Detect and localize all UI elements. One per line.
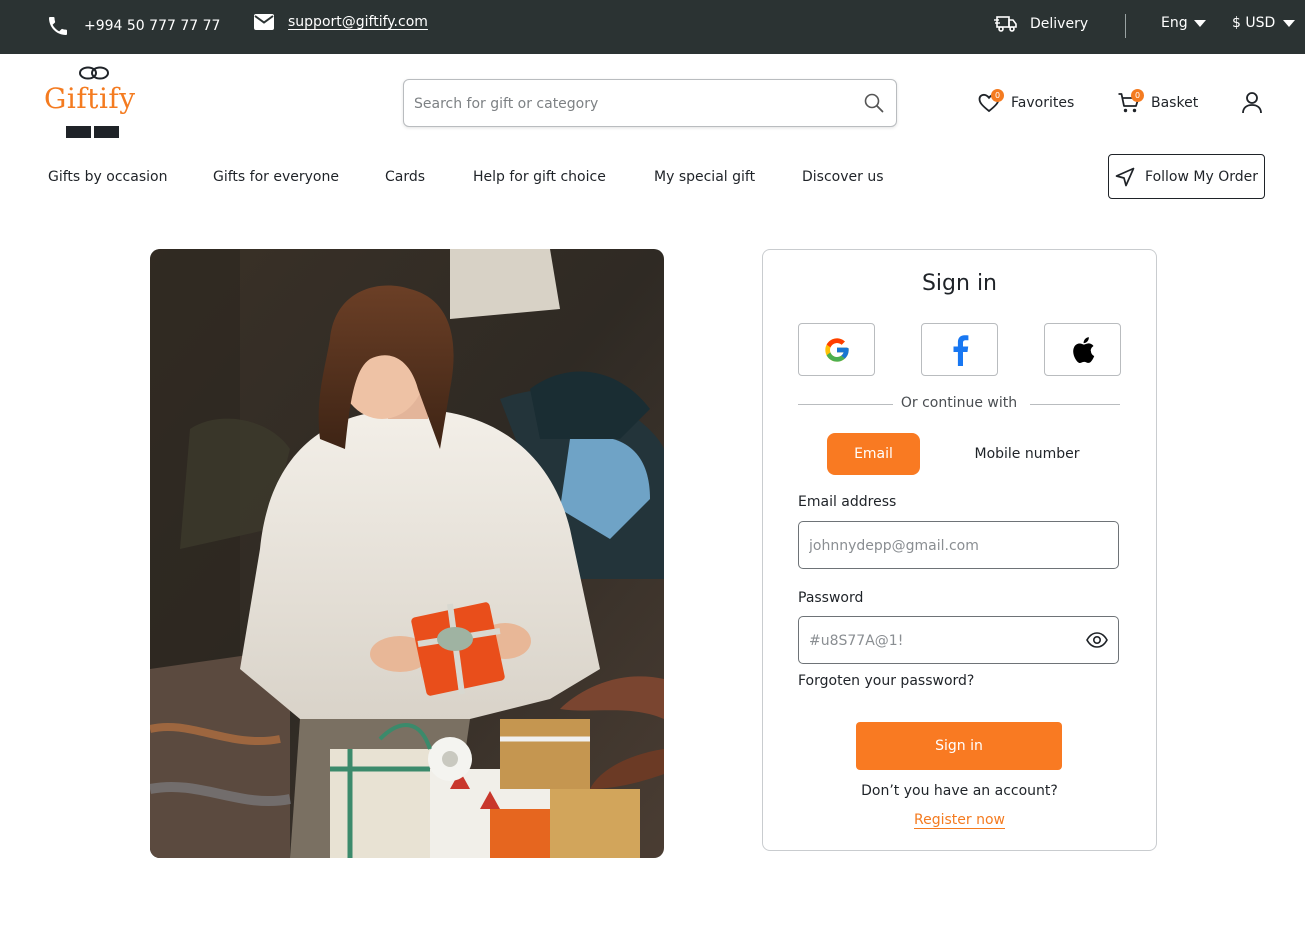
or-continue-with-divider: Or continue with — [798, 395, 1120, 415]
phone-icon — [49, 17, 67, 35]
email-contact[interactable]: support@giftify.com — [254, 14, 428, 30]
logo-block-right — [94, 126, 119, 138]
register-now-wrapper: Register now — [763, 812, 1156, 828]
nav-discover-us[interactable]: Discover us — [802, 169, 884, 185]
eye-icon[interactable] — [1086, 631, 1108, 649]
navigation-arrow-icon — [1115, 167, 1135, 186]
hero-photo-woman-with-gifts — [150, 249, 664, 858]
giftify-logo[interactable]: Giftify — [44, 64, 144, 142]
tab-mobile-number[interactable]: Mobile number — [953, 433, 1101, 475]
delivery-truck-icon — [994, 16, 1017, 32]
nav-cards[interactable]: Cards — [385, 169, 425, 185]
password-label: Password — [798, 590, 864, 606]
mail-icon — [254, 14, 274, 30]
email-input[interactable] — [809, 534, 1079, 558]
search-icon[interactable] — [864, 93, 884, 113]
sign-in-card: Sign in Or continue with Email Mobile nu… — [762, 249, 1157, 851]
basket-label: Basket — [1151, 95, 1199, 111]
email-field[interactable] — [798, 521, 1119, 569]
delivery-link[interactable]: Delivery — [994, 14, 1088, 34]
phone-contact[interactable]: +994 50 777 77 77 — [46, 14, 220, 38]
nav-gifts-for-everyone[interactable]: Gifts for everyone — [213, 169, 339, 185]
support-email-link[interactable]: support@giftify.com — [288, 14, 428, 30]
apple-sign-in-button[interactable] — [1044, 323, 1121, 376]
logo-rings-icon — [79, 66, 109, 80]
chevron-down-icon — [1283, 19, 1296, 27]
currency-value: $ USD — [1232, 15, 1276, 31]
register-now-link[interactable]: Register now — [914, 812, 1005, 828]
delivery-label: Delivery — [1030, 16, 1089, 32]
favorites-icon-wrap: 0 — [977, 89, 1004, 115]
basket-link[interactable]: 0 Basket — [1117, 89, 1199, 115]
favorites-count-badge: 0 — [991, 89, 1004, 102]
no-account-text: Don’t you have an account? — [861, 783, 1058, 799]
favorites-link[interactable]: 0 Favorites — [977, 89, 1075, 115]
divider-text: Or continue with — [900, 395, 1018, 411]
language-selector[interactable]: Eng — [1161, 15, 1206, 31]
apple-icon — [1072, 336, 1094, 363]
nav-gifts-by-occasion[interactable]: Gifts by occasion — [48, 169, 167, 185]
logo-block-left — [66, 126, 91, 138]
topbar-divider — [1125, 14, 1126, 38]
email-label: Email address — [798, 494, 897, 510]
language-value: Eng — [1161, 15, 1188, 31]
follow-my-order-button[interactable]: Follow My Order — [1108, 154, 1265, 199]
follow-my-order-label: Follow My Order — [1145, 168, 1258, 185]
top-bar: +994 50 777 77 77 support@giftify.com De… — [0, 0, 1305, 54]
nav-help-for-gift-choice[interactable]: Help for gift choice — [473, 169, 606, 185]
facebook-sign-in-button[interactable] — [921, 323, 998, 376]
sign-in-title: Sign in — [921, 271, 998, 296]
forgot-password-link[interactable]: Forgoten your password? — [798, 673, 974, 689]
favorites-label: Favorites — [1011, 95, 1075, 111]
basket-icon-wrap: 0 — [1117, 89, 1144, 115]
hero-photo-illustration — [150, 249, 664, 858]
search-bar[interactable] — [403, 79, 897, 127]
logo-text: Giftify — [44, 82, 136, 115]
nav-my-special-gift[interactable]: My special gift — [654, 169, 755, 185]
phone-number: +994 50 777 77 77 — [84, 18, 221, 34]
tab-email[interactable]: Email — [827, 433, 920, 475]
facebook-icon — [953, 334, 968, 366]
basket-count-badge: 0 — [1131, 89, 1144, 102]
google-icon — [824, 337, 849, 362]
google-sign-in-button[interactable] — [798, 323, 875, 376]
password-field[interactable] — [798, 616, 1119, 664]
password-input[interactable] — [809, 629, 1079, 653]
chevron-down-icon — [1193, 19, 1206, 27]
sign-in-button[interactable]: Sign in — [856, 722, 1062, 770]
user-icon[interactable] — [1241, 91, 1263, 115]
currency-selector[interactable]: $ USD — [1232, 15, 1296, 31]
search-input[interactable] — [414, 92, 854, 116]
